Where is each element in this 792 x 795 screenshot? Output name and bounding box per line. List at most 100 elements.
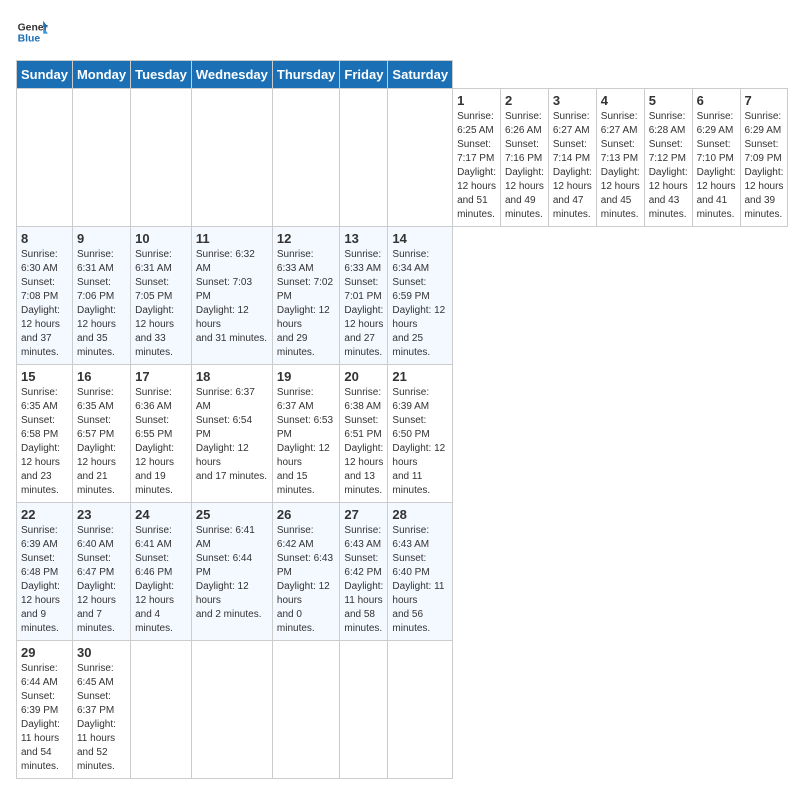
day-info: Sunrise: 6:41 AMSunset: 6:44 PMDaylight:… — [196, 525, 262, 620]
day-number: 12 — [277, 231, 336, 246]
logo: General Blue — [16, 16, 48, 48]
day-info: Sunrise: 6:43 AMSunset: 6:42 PMDaylight:… — [344, 525, 383, 634]
day-number: 20 — [344, 369, 383, 384]
calendar-cell: 19 Sunrise: 6:37 AMSunset: 6:53 PMDaylig… — [272, 365, 340, 503]
calendar-cell: 13 Sunrise: 6:33 AMSunset: 7:01 PMDaylig… — [340, 227, 388, 365]
day-info: Sunrise: 6:32 AMSunset: 7:03 PMDaylight:… — [196, 249, 267, 344]
day-number: 1 — [457, 93, 496, 108]
day-info: Sunrise: 6:26 AMSunset: 7:16 PMDaylight:… — [505, 111, 544, 220]
calendar-cell — [191, 89, 272, 227]
calendar-table: SundayMondayTuesdayWednesdayThursdayFrid… — [16, 60, 788, 779]
column-header-tuesday: Tuesday — [131, 61, 192, 89]
day-info: Sunrise: 6:37 AMSunset: 6:53 PMDaylight:… — [277, 387, 333, 496]
calendar-cell: 26 Sunrise: 6:42 AMSunset: 6:43 PMDaylig… — [272, 503, 340, 641]
day-number: 9 — [77, 231, 126, 246]
day-number: 22 — [21, 507, 68, 522]
calendar-cell — [272, 641, 340, 779]
day-info: Sunrise: 6:42 AMSunset: 6:43 PMDaylight:… — [277, 525, 333, 634]
day-info: Sunrise: 6:33 AMSunset: 7:01 PMDaylight:… — [344, 249, 383, 358]
day-number: 10 — [135, 231, 187, 246]
day-info: Sunrise: 6:31 AMSunset: 7:05 PMDaylight:… — [135, 249, 174, 358]
calendar-cell: 24 Sunrise: 6:41 AMSunset: 6:46 PMDaylig… — [131, 503, 192, 641]
calendar-cell: 25 Sunrise: 6:41 AMSunset: 6:44 PMDaylig… — [191, 503, 272, 641]
calendar-header-row: SundayMondayTuesdayWednesdayThursdayFrid… — [17, 61, 788, 89]
calendar-cell: 3 Sunrise: 6:27 AMSunset: 7:14 PMDayligh… — [548, 89, 596, 227]
day-info: Sunrise: 6:29 AMSunset: 7:09 PMDaylight:… — [745, 111, 784, 220]
calendar-cell: 9 Sunrise: 6:31 AMSunset: 7:06 PMDayligh… — [72, 227, 130, 365]
day-info: Sunrise: 6:31 AMSunset: 7:06 PMDaylight:… — [77, 249, 116, 358]
calendar-cell — [191, 641, 272, 779]
calendar-cell — [72, 89, 130, 227]
day-number: 7 — [745, 93, 784, 108]
column-header-thursday: Thursday — [272, 61, 340, 89]
day-number: 27 — [344, 507, 383, 522]
day-number: 17 — [135, 369, 187, 384]
calendar-cell — [340, 641, 388, 779]
day-info: Sunrise: 6:35 AMSunset: 6:57 PMDaylight:… — [77, 387, 116, 496]
column-header-sunday: Sunday — [17, 61, 73, 89]
day-number: 15 — [21, 369, 68, 384]
day-number: 5 — [649, 93, 688, 108]
calendar-cell: 1 Sunrise: 6:25 AMSunset: 7:17 PMDayligh… — [453, 89, 501, 227]
day-number: 19 — [277, 369, 336, 384]
day-number: 30 — [77, 645, 126, 660]
day-number: 6 — [697, 93, 736, 108]
day-number: 8 — [21, 231, 68, 246]
day-number: 14 — [392, 231, 448, 246]
day-info: Sunrise: 6:27 AMSunset: 7:14 PMDaylight:… — [553, 111, 592, 220]
calendar-cell: 16 Sunrise: 6:35 AMSunset: 6:57 PMDaylig… — [72, 365, 130, 503]
day-info: Sunrise: 6:29 AMSunset: 7:10 PMDaylight:… — [697, 111, 736, 220]
day-number: 26 — [277, 507, 336, 522]
day-info: Sunrise: 6:38 AMSunset: 6:51 PMDaylight:… — [344, 387, 383, 496]
calendar-cell: 12 Sunrise: 6:33 AMSunset: 7:02 PMDaylig… — [272, 227, 340, 365]
calendar-week-5: 29 Sunrise: 6:44 AMSunset: 6:39 PMDaylig… — [17, 641, 788, 779]
calendar-cell: 18 Sunrise: 6:37 AMSunset: 6:54 PMDaylig… — [191, 365, 272, 503]
calendar-cell — [340, 89, 388, 227]
day-number: 23 — [77, 507, 126, 522]
calendar-cell: 17 Sunrise: 6:36 AMSunset: 6:55 PMDaylig… — [131, 365, 192, 503]
calendar-cell: 21 Sunrise: 6:39 AMSunset: 6:50 PMDaylig… — [388, 365, 453, 503]
calendar-cell — [388, 641, 453, 779]
calendar-cell: 11 Sunrise: 6:32 AMSunset: 7:03 PMDaylig… — [191, 227, 272, 365]
calendar-cell — [388, 89, 453, 227]
day-number: 28 — [392, 507, 448, 522]
day-number: 2 — [505, 93, 544, 108]
calendar-cell: 28 Sunrise: 6:43 AMSunset: 6:40 PMDaylig… — [388, 503, 453, 641]
day-info: Sunrise: 6:36 AMSunset: 6:55 PMDaylight:… — [135, 387, 174, 496]
day-number: 13 — [344, 231, 383, 246]
calendar-week-1: 1 Sunrise: 6:25 AMSunset: 7:17 PMDayligh… — [17, 89, 788, 227]
day-info: Sunrise: 6:39 AMSunset: 6:50 PMDaylight:… — [392, 387, 445, 496]
column-header-saturday: Saturday — [388, 61, 453, 89]
day-info: Sunrise: 6:37 AMSunset: 6:54 PMDaylight:… — [196, 387, 267, 482]
page-header: General Blue — [16, 16, 776, 48]
calendar-week-4: 22 Sunrise: 6:39 AMSunset: 6:48 PMDaylig… — [17, 503, 788, 641]
calendar-cell: 8 Sunrise: 6:30 AMSunset: 7:08 PMDayligh… — [17, 227, 73, 365]
calendar-cell: 27 Sunrise: 6:43 AMSunset: 6:42 PMDaylig… — [340, 503, 388, 641]
calendar-cell: 2 Sunrise: 6:26 AMSunset: 7:16 PMDayligh… — [500, 89, 548, 227]
day-info: Sunrise: 6:45 AMSunset: 6:37 PMDaylight:… — [77, 663, 116, 772]
calendar-body: 1 Sunrise: 6:25 AMSunset: 7:17 PMDayligh… — [17, 89, 788, 779]
column-header-wednesday: Wednesday — [191, 61, 272, 89]
column-header-monday: Monday — [72, 61, 130, 89]
calendar-cell — [272, 89, 340, 227]
calendar-cell: 7 Sunrise: 6:29 AMSunset: 7:09 PMDayligh… — [740, 89, 788, 227]
day-info: Sunrise: 6:33 AMSunset: 7:02 PMDaylight:… — [277, 249, 333, 358]
calendar-cell: 15 Sunrise: 6:35 AMSunset: 6:58 PMDaylig… — [17, 365, 73, 503]
day-number: 18 — [196, 369, 268, 384]
day-info: Sunrise: 6:39 AMSunset: 6:48 PMDaylight:… — [21, 525, 60, 634]
svg-text:Blue: Blue — [18, 34, 41, 45]
day-number: 3 — [553, 93, 592, 108]
day-number: 24 — [135, 507, 187, 522]
day-info: Sunrise: 6:34 AMSunset: 6:59 PMDaylight:… — [392, 249, 445, 358]
calendar-cell: 30 Sunrise: 6:45 AMSunset: 6:37 PMDaylig… — [72, 641, 130, 779]
day-number: 16 — [77, 369, 126, 384]
calendar-cell: 6 Sunrise: 6:29 AMSunset: 7:10 PMDayligh… — [692, 89, 740, 227]
day-info: Sunrise: 6:30 AMSunset: 7:08 PMDaylight:… — [21, 249, 60, 358]
day-info: Sunrise: 6:28 AMSunset: 7:12 PMDaylight:… — [649, 111, 688, 220]
day-info: Sunrise: 6:25 AMSunset: 7:17 PMDaylight:… — [457, 111, 496, 220]
calendar-cell: 22 Sunrise: 6:39 AMSunset: 6:48 PMDaylig… — [17, 503, 73, 641]
day-number: 4 — [601, 93, 640, 108]
calendar-cell — [131, 641, 192, 779]
calendar-week-3: 15 Sunrise: 6:35 AMSunset: 6:58 PMDaylig… — [17, 365, 788, 503]
day-info: Sunrise: 6:41 AMSunset: 6:46 PMDaylight:… — [135, 525, 174, 634]
